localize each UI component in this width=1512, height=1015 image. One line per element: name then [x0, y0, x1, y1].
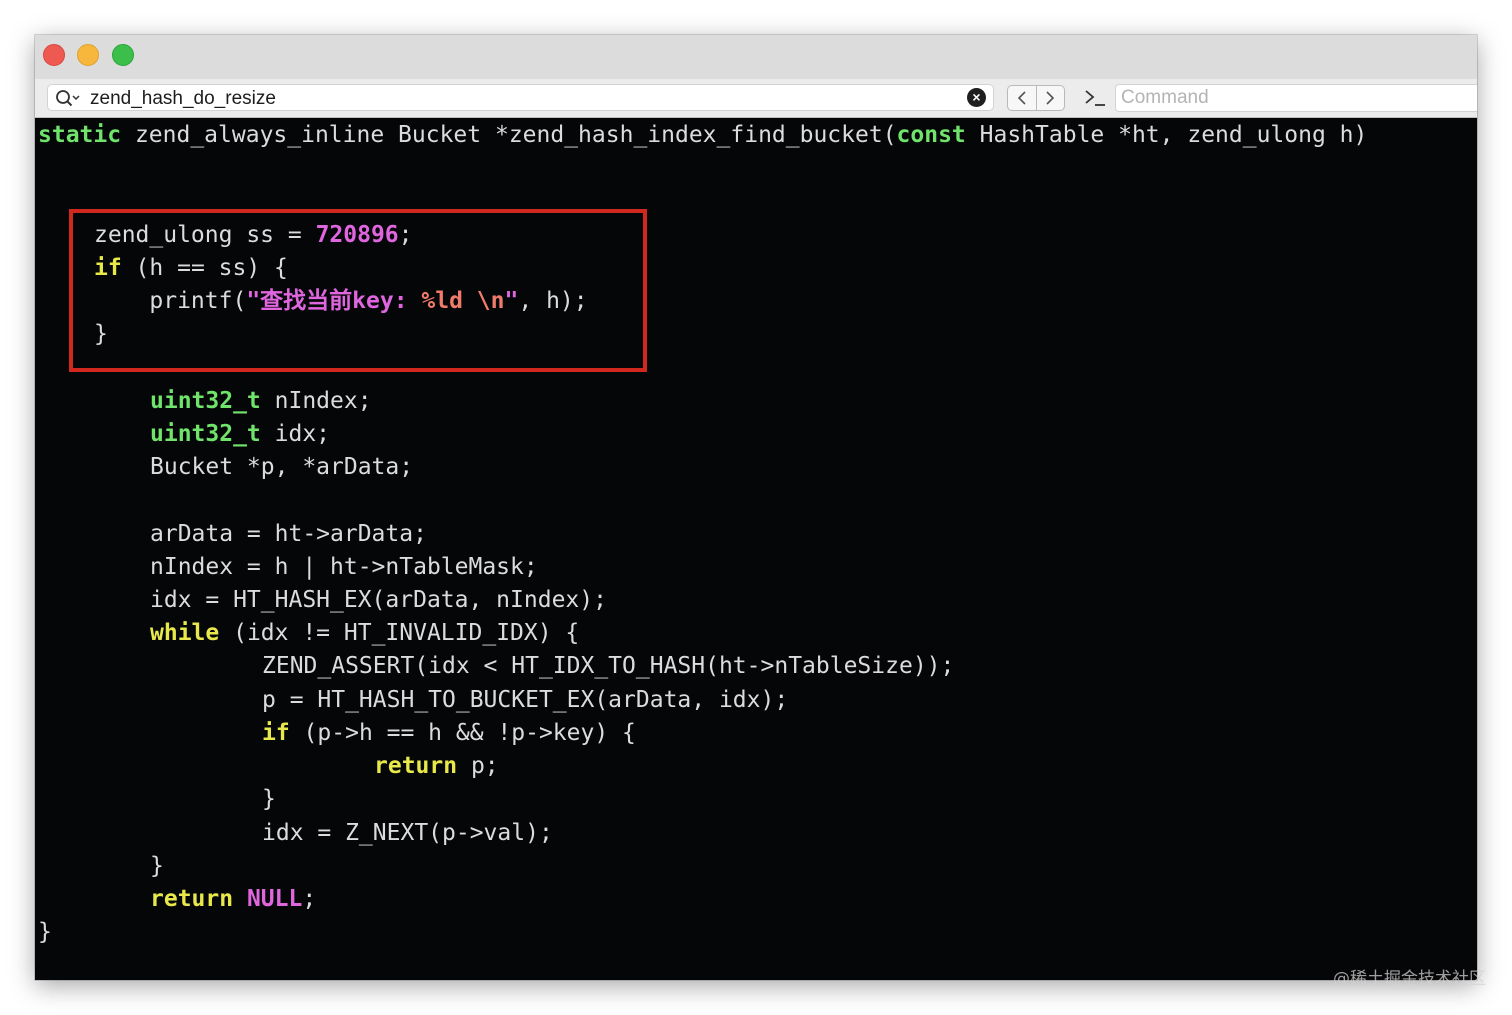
code-line-14: if (p->h == h && !p->key) { — [262, 718, 636, 748]
code-text: (idx != HT_INVALID_IDX) { — [219, 620, 580, 646]
code-line-6: uint32_t idx; — [150, 419, 330, 449]
code-line-16: } — [262, 786, 276, 812]
command-input[interactable] — [1115, 84, 1477, 112]
close-window-button[interactable] — [43, 44, 65, 66]
code-line-19: return NULL; — [150, 884, 316, 914]
signature-part-2: HashTable *ht, zend_ulong h) — [965, 122, 1368, 148]
code-line-18: } — [150, 853, 164, 879]
keyword-static: static — [38, 122, 122, 148]
code-line-17: idx = Z_NEXT(p->val); — [262, 820, 553, 846]
code-text: nIndex; — [260, 388, 372, 414]
code-line-7: Bucket *p, *arData; — [150, 454, 414, 480]
null-literal: NULL — [246, 886, 303, 912]
keyword-return: return — [374, 753, 458, 779]
search-icon[interactable] — [54, 87, 84, 109]
forward-button[interactable] — [1035, 86, 1065, 110]
code-text: idx; — [260, 421, 331, 447]
code-line-20: } — [38, 919, 52, 945]
code-line-5: uint32_t nIndex; — [150, 386, 372, 416]
code-editor[interactable]: static zend_always_inline Bucket *zend_h… — [35, 118, 1477, 980]
code-line-15: return p; — [374, 751, 499, 781]
keyword-return: return — [150, 886, 234, 912]
type-keyword: uint32_t — [150, 421, 261, 447]
code-line-8: arData = ht->arData; — [150, 521, 427, 547]
code-text: p; — [457, 753, 499, 779]
code-line-12: ZEND_ASSERT(idx < HT_IDX_TO_HASH(ht->nTa… — [262, 653, 955, 679]
search-field[interactable]: zend_hash_do_resize × — [47, 84, 994, 111]
keyword-if: if — [262, 720, 290, 746]
keyword-while: while — [150, 620, 220, 646]
code-line-13: p = HT_HASH_TO_BUCKET_EX(arData, idx); — [262, 687, 789, 713]
code-text: ; — [302, 886, 317, 912]
clear-search-icon[interactable]: × — [967, 88, 986, 107]
highlight-annotation-box — [69, 209, 647, 372]
code-line-11: while (idx != HT_INVALID_IDX) { — [150, 618, 579, 648]
minimize-window-button[interactable] — [77, 44, 99, 66]
keyword-const: const — [896, 122, 966, 148]
chevron-left-icon — [1017, 91, 1026, 105]
code-line-10: idx = HT_HASH_EX(arData, nIndex); — [150, 587, 607, 613]
type-keyword: uint32_t — [150, 388, 261, 414]
watermark: @稀土掘金技术社区 — [1333, 969, 1486, 989]
search-value[interactable]: zend_hash_do_resize — [90, 88, 276, 109]
back-button[interactable] — [1008, 86, 1036, 110]
code-text: (p->h == h && !p->key) { — [289, 720, 636, 746]
title-bar — [35, 35, 1477, 80]
terminal-window: zend_hash_do_resize × static zend_always… — [35, 35, 1477, 980]
terminal-prompt-icon[interactable] — [1084, 86, 1106, 110]
code-line-signature: static zend_always_inline Bucket *zend_h… — [38, 120, 1367, 150]
zoom-window-button[interactable] — [112, 44, 134, 66]
toolbar: zend_hash_do_resize × — [35, 79, 1477, 118]
code-line-9: nIndex = h | ht->nTableMask; — [150, 554, 538, 580]
signature-part-1: zend_always_inline Bucket *zend_hash_ind… — [121, 122, 897, 148]
navigation-buttons — [1007, 85, 1065, 111]
chevron-right-icon — [1046, 91, 1055, 105]
